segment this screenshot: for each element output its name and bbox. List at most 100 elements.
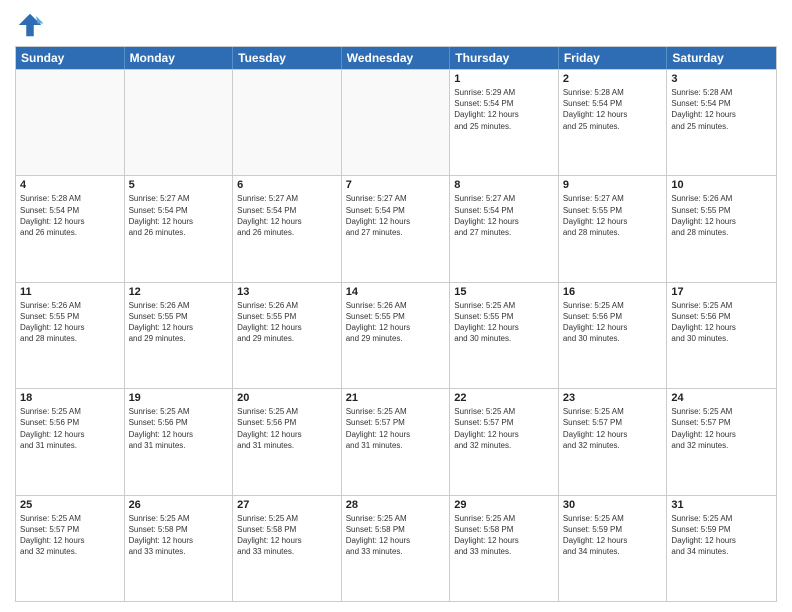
day-info: Sunrise: 5:25 AM Sunset: 5:59 PM Dayligh… <box>563 513 663 558</box>
calendar-day-cell: 19 Sunrise: 5:25 AM Sunset: 5:56 PM Dayli… <box>125 389 234 494</box>
header <box>15 10 777 40</box>
day-number: 20 <box>237 392 337 404</box>
day-number: 13 <box>237 286 337 298</box>
day-number: 29 <box>454 499 554 511</box>
day-info: Sunrise: 5:27 AM Sunset: 5:54 PM Dayligh… <box>237 193 337 238</box>
day-number: 4 <box>20 179 120 191</box>
calendar-body: 1 Sunrise: 5:29 AM Sunset: 5:54 PM Daylig… <box>16 69 776 601</box>
day-info: Sunrise: 5:25 AM Sunset: 5:56 PM Dayligh… <box>20 406 120 451</box>
day-info: Sunrise: 5:28 AM Sunset: 5:54 PM Dayligh… <box>20 193 120 238</box>
calendar-day-cell: 10 Sunrise: 5:26 AM Sunset: 5:55 PM Dayli… <box>667 176 776 281</box>
day-info: Sunrise: 5:29 AM Sunset: 5:54 PM Dayligh… <box>454 87 554 132</box>
calendar-day-cell: 6 Sunrise: 5:27 AM Sunset: 5:54 PM Daylig… <box>233 176 342 281</box>
day-info: Sunrise: 5:27 AM Sunset: 5:55 PM Dayligh… <box>563 193 663 238</box>
day-of-week-header: Saturday <box>667 47 776 69</box>
calendar-day-cell: 18 Sunrise: 5:25 AM Sunset: 5:56 PM Dayli… <box>16 389 125 494</box>
day-number: 27 <box>237 499 337 511</box>
day-number: 3 <box>671 73 772 85</box>
calendar-week-row: 11 Sunrise: 5:26 AM Sunset: 5:55 PM Dayli… <box>16 282 776 388</box>
day-number: 7 <box>346 179 446 191</box>
day-number: 1 <box>454 73 554 85</box>
calendar-day-cell: 20Sunrise: 5:25 AM Sunset: 5:56 PM Dayli… <box>233 389 342 494</box>
calendar-empty-cell <box>233 70 342 175</box>
day-number: 11 <box>20 286 120 298</box>
calendar-empty-cell <box>125 70 234 175</box>
day-info: Sunrise: 5:25 AM Sunset: 5:58 PM Dayligh… <box>129 513 229 558</box>
calendar-day-cell: 1 Sunrise: 5:29 AM Sunset: 5:54 PM Daylig… <box>450 70 559 175</box>
calendar-day-cell: 3 Sunrise: 5:28 AM Sunset: 5:54 PM Daylig… <box>667 70 776 175</box>
day-number: 14 <box>346 286 446 298</box>
day-number: 26 <box>129 499 229 511</box>
calendar-day-cell: 27 Sunrise: 5:25 AM Sunset: 5:58 PM Dayli… <box>233 496 342 601</box>
day-number: 17 <box>671 286 772 298</box>
calendar-day-cell: 13Sunrise: 5:26 AM Sunset: 5:55 PM Dayli… <box>233 283 342 388</box>
day-info: Sunrise: 5:27 AM Sunset: 5:54 PM Dayligh… <box>454 193 554 238</box>
day-of-week-header: Thursday <box>450 47 559 69</box>
page: SundayMondayTuesdayWednesdayThursdayFrid… <box>0 0 792 612</box>
calendar-week-row: 1 Sunrise: 5:29 AM Sunset: 5:54 PM Daylig… <box>16 69 776 175</box>
calendar: SundayMondayTuesdayWednesdayThursdayFrid… <box>15 46 777 602</box>
day-info: Sunrise: 5:26 AM Sunset: 5:55 PM Dayligh… <box>671 193 772 238</box>
day-info: Sunrise: 5:25 AM Sunset: 5:56 PM Dayligh… <box>129 406 229 451</box>
day-number: 28 <box>346 499 446 511</box>
day-number: 30 <box>563 499 663 511</box>
calendar-day-cell: 31 Sunrise: 5:25 AM Sunset: 5:59 PM Dayli… <box>667 496 776 601</box>
day-number: 23 <box>563 392 663 404</box>
day-info: Sunrise: 5:26 AM Sunset: 5:55 PM Dayligh… <box>20 300 120 345</box>
day-number: 6 <box>237 179 337 191</box>
day-number: 15 <box>454 286 554 298</box>
day-of-week-header: Sunday <box>16 47 125 69</box>
day-info: Sunrise: 5:25 AM Sunset: 5:58 PM Dayligh… <box>346 513 446 558</box>
day-info: Sunrise: 5:25 AM Sunset: 5:56 PM Dayligh… <box>671 300 772 345</box>
calendar-day-cell: 28 Sunrise: 5:25 AM Sunset: 5:58 PM Dayli… <box>342 496 451 601</box>
day-info: Sunrise: 5:25 AM Sunset: 5:57 PM Dayligh… <box>671 406 772 451</box>
day-info: Sunrise: 5:25 AM Sunset: 5:59 PM Dayligh… <box>671 513 772 558</box>
day-info: Sunrise: 5:25 AM Sunset: 5:58 PM Dayligh… <box>454 513 554 558</box>
calendar-day-cell: 22 Sunrise: 5:25 AM Sunset: 5:57 PM Dayli… <box>450 389 559 494</box>
day-info: Sunrise: 5:25 AM Sunset: 5:57 PM Dayligh… <box>454 406 554 451</box>
day-info: Sunrise: 5:27 AM Sunset: 5:54 PM Dayligh… <box>129 193 229 238</box>
calendar-header: SundayMondayTuesdayWednesdayThursdayFrid… <box>16 47 776 69</box>
calendar-day-cell: 29 Sunrise: 5:25 AM Sunset: 5:58 PM Dayli… <box>450 496 559 601</box>
calendar-day-cell: 17 Sunrise: 5:25 AM Sunset: 5:56 PM Dayli… <box>667 283 776 388</box>
calendar-day-cell: 8 Sunrise: 5:27 AM Sunset: 5:54 PM Daylig… <box>450 176 559 281</box>
day-number: 18 <box>20 392 120 404</box>
calendar-day-cell: 4 Sunrise: 5:28 AM Sunset: 5:54 PM Daylig… <box>16 176 125 281</box>
day-of-week-header: Wednesday <box>342 47 451 69</box>
day-info: Sunrise: 5:25 AM Sunset: 5:58 PM Dayligh… <box>237 513 337 558</box>
day-number: 16 <box>563 286 663 298</box>
day-info: Sunrise: 5:25 AM Sunset: 5:57 PM Dayligh… <box>563 406 663 451</box>
day-number: 22 <box>454 392 554 404</box>
calendar-day-cell: 26 Sunrise: 5:25 AM Sunset: 5:58 PM Dayli… <box>125 496 234 601</box>
calendar-day-cell: 7 Sunrise: 5:27 AM Sunset: 5:54 PM Daylig… <box>342 176 451 281</box>
day-info: Sunrise: 5:26 AM Sunset: 5:55 PM Dayligh… <box>129 300 229 345</box>
day-number: 9 <box>563 179 663 191</box>
day-info: Sunrise: 5:25 AM Sunset: 5:56 PM Dayligh… <box>563 300 663 345</box>
day-number: 25 <box>20 499 120 511</box>
day-number: 5 <box>129 179 229 191</box>
day-info: Sunrise: 5:28 AM Sunset: 5:54 PM Dayligh… <box>671 87 772 132</box>
day-info: Sunrise: 5:27 AM Sunset: 5:54 PM Dayligh… <box>346 193 446 238</box>
calendar-day-cell: 5 Sunrise: 5:27 AM Sunset: 5:54 PM Daylig… <box>125 176 234 281</box>
calendar-day-cell: 15 Sunrise: 5:25 AM Sunset: 5:55 PM Dayli… <box>450 283 559 388</box>
day-number: 31 <box>671 499 772 511</box>
logo <box>15 10 47 40</box>
day-info: Sunrise: 5:28 AM Sunset: 5:54 PM Dayligh… <box>563 87 663 132</box>
day-number: 2 <box>563 73 663 85</box>
calendar-day-cell: 11 Sunrise: 5:26 AM Sunset: 5:55 PM Dayli… <box>16 283 125 388</box>
day-number: 24 <box>671 392 772 404</box>
day-of-week-header: Monday <box>125 47 234 69</box>
day-number: 10 <box>671 179 772 191</box>
calendar-day-cell: 9 Sunrise: 5:27 AM Sunset: 5:55 PM Daylig… <box>559 176 668 281</box>
calendar-day-cell: 12Sunrise: 5:26 AM Sunset: 5:55 PM Dayli… <box>125 283 234 388</box>
day-number: 19 <box>129 392 229 404</box>
day-info: Sunrise: 5:25 AM Sunset: 5:55 PM Dayligh… <box>454 300 554 345</box>
day-number: 8 <box>454 179 554 191</box>
calendar-week-row: 18 Sunrise: 5:25 AM Sunset: 5:56 PM Dayli… <box>16 388 776 494</box>
calendar-day-cell: 16 Sunrise: 5:25 AM Sunset: 5:56 PM Dayli… <box>559 283 668 388</box>
calendar-empty-cell <box>16 70 125 175</box>
day-info: Sunrise: 5:25 AM Sunset: 5:57 PM Dayligh… <box>346 406 446 451</box>
day-of-week-header: Friday <box>559 47 668 69</box>
calendar-day-cell: 24 Sunrise: 5:25 AM Sunset: 5:57 PM Dayli… <box>667 389 776 494</box>
day-info: Sunrise: 5:26 AM Sunset: 5:55 PM Dayligh… <box>346 300 446 345</box>
